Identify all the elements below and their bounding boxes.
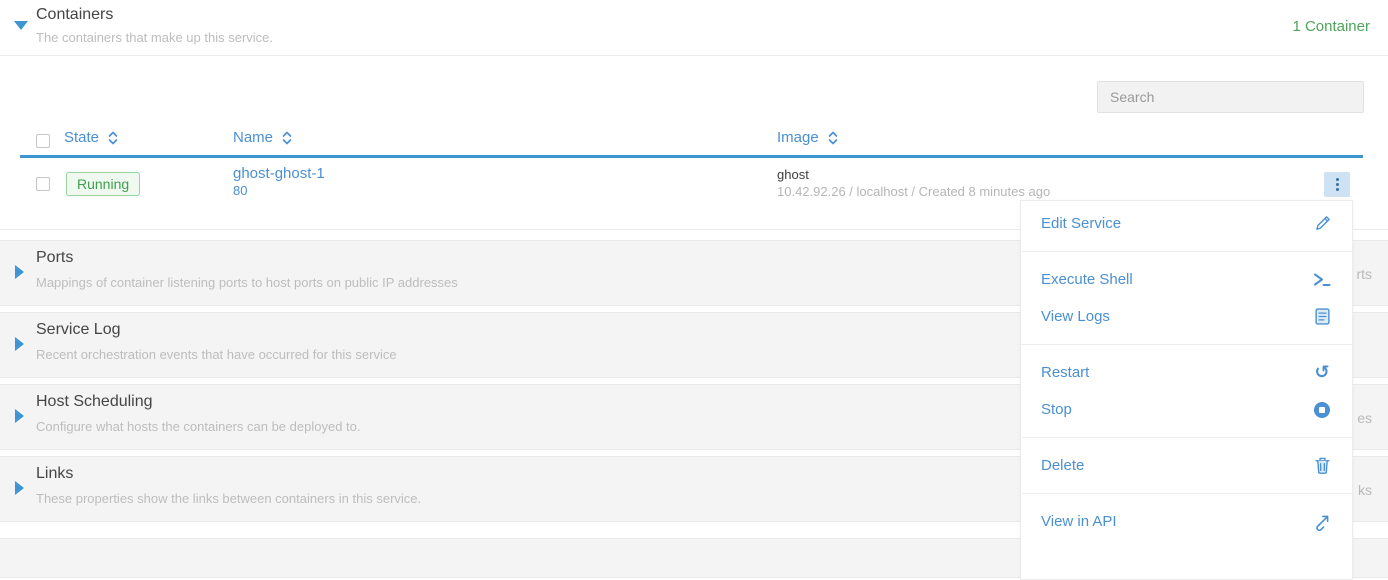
section-count-partial: ks: [1358, 482, 1372, 498]
terminal-icon: [1312, 270, 1332, 290]
row-checkbox[interactable]: [36, 177, 50, 191]
section-subtitle: Configure what hosts the containers can …: [36, 419, 361, 434]
trash-icon: [1312, 456, 1332, 476]
menu-divider: [1021, 493, 1352, 494]
status-badge: Running: [66, 172, 140, 196]
file-icon: [1312, 307, 1332, 327]
kebab-dot: [1336, 188, 1339, 191]
containers-section-header: Containers The containers that make up t…: [0, 0, 1388, 56]
kebab-dot: [1336, 183, 1339, 186]
section-title: Host Scheduling: [36, 393, 153, 411]
image-name: ghost: [777, 166, 1050, 183]
restart-icon: ↺: [1312, 363, 1332, 383]
expand-caret-icon[interactable]: [15, 409, 24, 423]
expand-caret-icon[interactable]: [15, 337, 24, 351]
table-header-row: State Name Image: [0, 129, 1388, 157]
image-cell: ghost 10.42.92.26 / localhost / Created …: [777, 166, 1050, 200]
stop-icon: [1312, 400, 1332, 420]
section-subtitle: The containers that make up this service…: [36, 30, 273, 45]
name-cell: ghost-ghost-1 80: [233, 165, 325, 198]
menu-item-execute-shell[interactable]: Execute Shell: [1021, 261, 1352, 298]
menu-item-stop[interactable]: Stop: [1021, 391, 1352, 428]
search-input[interactable]: [1097, 81, 1364, 113]
kebab-dot: [1336, 178, 1339, 181]
table-header-underline: [20, 155, 1363, 158]
container-name-link[interactable]: ghost-ghost-1: [233, 165, 325, 183]
collapse-caret-icon[interactable]: [14, 21, 28, 30]
menu-divider: [1021, 437, 1352, 438]
section-title: Service Log: [36, 321, 121, 339]
container-port-link[interactable]: 80: [233, 183, 325, 198]
menu-divider: [1021, 344, 1352, 345]
menu-item-edit-service[interactable]: Edit Service: [1021, 205, 1352, 242]
section-title: Links: [36, 465, 73, 483]
section-count-partial: es: [1357, 410, 1372, 426]
sort-icon[interactable]: [827, 130, 839, 146]
section-subtitle: These properties show the links between …: [36, 491, 421, 506]
column-header-name[interactable]: Name: [233, 129, 293, 146]
menu-item-view-in-api[interactable]: View in API: [1021, 503, 1352, 540]
menu-item-view-logs[interactable]: View Logs: [1021, 298, 1352, 335]
sort-icon[interactable]: [107, 130, 119, 146]
section-subtitle: Recent orchestration events that have oc…: [36, 347, 397, 362]
external-link-icon: [1312, 512, 1332, 532]
row-actions-context-menu: Edit Service Execute Shell View Logs Res…: [1020, 200, 1353, 580]
section-subtitle: Mappings of container listening ports to…: [36, 275, 458, 290]
select-all-checkbox[interactable]: [36, 134, 50, 148]
row-actions-kebab-button[interactable]: [1324, 172, 1350, 197]
section-title: Containers: [36, 6, 113, 24]
menu-item-restart[interactable]: Restart ↺: [1021, 354, 1352, 391]
column-header-state[interactable]: State: [64, 129, 119, 146]
container-count: 1 Container: [1292, 18, 1370, 35]
expand-caret-icon[interactable]: [15, 481, 24, 495]
menu-item-delete[interactable]: Delete: [1021, 447, 1352, 484]
section-title: Ports: [36, 249, 73, 267]
sort-icon[interactable]: [281, 130, 293, 146]
menu-divider: [1021, 251, 1352, 252]
section-count-partial: rts: [1356, 266, 1372, 282]
pencil-icon: [1312, 214, 1332, 234]
column-header-image[interactable]: Image: [777, 129, 839, 146]
expand-caret-icon[interactable]: [15, 265, 24, 279]
image-detail: 10.42.92.26 / localhost / Created 8 minu…: [777, 183, 1050, 200]
